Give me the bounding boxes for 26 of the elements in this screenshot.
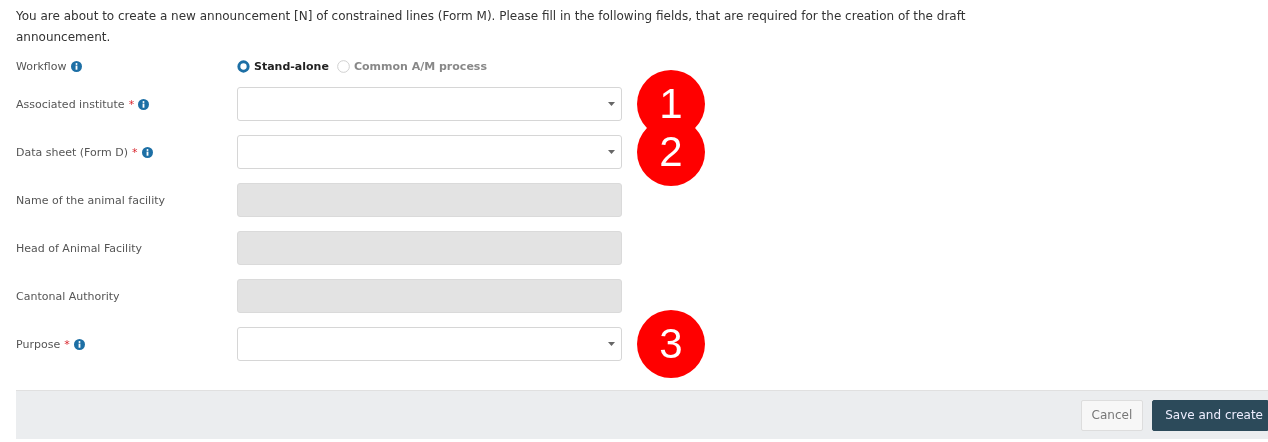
info-icon[interactable] — [141, 146, 153, 158]
select-field[interactable] — [237, 87, 622, 121]
required-mark: * — [128, 97, 135, 111]
field-label: Workflow — [16, 59, 67, 73]
required-mark: * — [64, 337, 70, 351]
field-label: Cantonal Authority — [16, 289, 120, 303]
intro-text: You are about to create a new announcement [N] of constrained lines (Form M). Please fill in the following fields, that are required for the creation of the draft announcement. — [15, 8, 967, 46]
radio-option[interactable]: Common A/M process — [336, 59, 487, 73]
select-field[interactable] — [237, 135, 622, 169]
number-badge: 3 — [637, 310, 705, 378]
field-label: Associated institute — [16, 97, 125, 111]
caret-icon — [608, 150, 615, 154]
cancel-button[interactable]: Cancel — [1080, 399, 1144, 431]
info-icon[interactable] — [73, 338, 85, 350]
radio-option[interactable]: Stand-alone — [237, 59, 329, 73]
field-label: Name of the animal facility — [16, 193, 166, 207]
required-mark: * — [132, 145, 138, 159]
field-label: Head of Animal Facility — [16, 241, 143, 255]
info-icon[interactable] — [138, 98, 150, 110]
caret-icon — [608, 342, 615, 346]
field-label: Data sheet (Form D) — [16, 145, 129, 159]
info-icon[interactable] — [70, 60, 82, 72]
field-label: Purpose — [16, 337, 61, 351]
save-button[interactable]: Save and create — [1152, 399, 1268, 431]
select-field[interactable] — [237, 327, 622, 361]
caret-icon — [608, 102, 615, 106]
